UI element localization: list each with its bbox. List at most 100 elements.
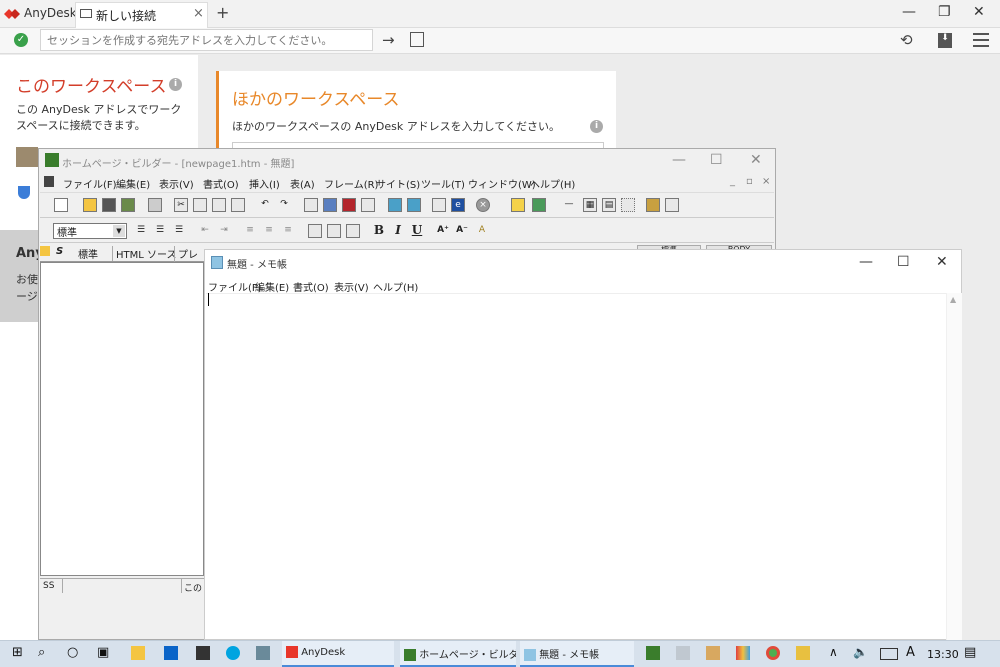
notepad-scrollbar[interactable]: ▲ bbox=[946, 293, 962, 640]
connect-arrow-icon[interactable]: → bbox=[382, 31, 395, 49]
save-icon[interactable] bbox=[102, 198, 116, 212]
new-doc-icon[interactable] bbox=[54, 198, 68, 212]
close-tab-icon[interactable]: × bbox=[193, 6, 204, 21]
store-icon[interactable] bbox=[196, 646, 210, 660]
np-menu-view[interactable]: 表示(V) bbox=[334, 279, 369, 294]
minimize-button[interactable]: — bbox=[902, 4, 916, 20]
insert-table-icon[interactable]: ▦ bbox=[583, 198, 597, 212]
np-menu-edit[interactable]: 編集(E) bbox=[255, 279, 289, 294]
outdent-icon[interactable]: ⇤ bbox=[198, 224, 212, 238]
s-icon[interactable]: S bbox=[56, 246, 63, 257]
maximize-button[interactable]: ❐ bbox=[938, 4, 951, 20]
tab-html-source[interactable]: HTML ソース bbox=[112, 246, 177, 261]
start-windows-icon[interactable]: ⊞ bbox=[12, 645, 23, 660]
clock[interactable]: 13:30 bbox=[927, 648, 959, 661]
network-app-icon[interactable] bbox=[256, 646, 270, 660]
info-icon[interactable]: i bbox=[169, 78, 182, 91]
page-view-icon[interactable] bbox=[304, 198, 318, 212]
hamburger-menu-icon[interactable] bbox=[973, 33, 989, 47]
font-size-down-icon[interactable]: A⁻ bbox=[455, 224, 469, 238]
bullet-list-icon[interactable]: ☰ bbox=[134, 224, 148, 238]
tray-homepage-builder-icon[interactable] bbox=[646, 646, 660, 660]
hb-menu-help[interactable]: ヘルプ(H) bbox=[530, 176, 575, 191]
hb-child-restore[interactable]: ▫ bbox=[746, 176, 753, 187]
hb-maximize-button[interactable]: ☐ bbox=[710, 152, 723, 168]
insert-image-icon[interactable] bbox=[532, 198, 546, 212]
hb-menu-format[interactable]: 書式(O) bbox=[203, 176, 239, 191]
outlook-icon[interactable] bbox=[164, 646, 178, 660]
numbered-list-icon[interactable]: ☰ bbox=[153, 224, 167, 238]
hb-minimize-button[interactable]: — bbox=[672, 152, 686, 168]
copy-icon[interactable] bbox=[193, 198, 207, 212]
hb-menu-insert[interactable]: 挿入(I) bbox=[249, 176, 280, 191]
hb-menu-tools[interactable]: ツール(T) bbox=[421, 176, 465, 191]
hb-editor-area[interactable] bbox=[40, 262, 204, 576]
transfer-icon[interactable] bbox=[407, 198, 421, 212]
np-close-button[interactable]: ✕ bbox=[936, 254, 948, 270]
tray-app-icon[interactable] bbox=[736, 646, 750, 660]
browser-icon[interactable]: e bbox=[451, 198, 465, 212]
notification-icon[interactable]: ▤ bbox=[964, 645, 976, 660]
hb-menu-view[interactable]: 表示(V) bbox=[159, 176, 194, 191]
open-folder-icon[interactable] bbox=[83, 198, 97, 212]
tray-app-icon[interactable] bbox=[796, 646, 810, 660]
paste-icon[interactable] bbox=[212, 198, 226, 212]
np-menu-format[interactable]: 書式(O) bbox=[293, 279, 329, 294]
font-color-icon[interactable]: A bbox=[475, 224, 489, 238]
image-view-icon[interactable] bbox=[323, 198, 337, 212]
volume-icon[interactable]: 🔈 bbox=[853, 645, 868, 659]
np-menu-help[interactable]: ヘルプ(H) bbox=[373, 279, 418, 294]
search-icon[interactable]: ⌕ bbox=[38, 645, 45, 660]
taskbar-app-notepad[interactable]: 無題 - メモ帳 bbox=[520, 641, 634, 667]
chevron-down-icon[interactable]: ▼ bbox=[113, 225, 125, 237]
new-tab-button[interactable]: + bbox=[216, 3, 229, 22]
layout-frame-icon[interactable] bbox=[621, 198, 635, 212]
file-transfer-icon[interactable] bbox=[410, 32, 424, 47]
keyboard-icon[interactable] bbox=[880, 648, 898, 660]
skype-icon[interactable] bbox=[226, 646, 240, 660]
align-center-icon[interactable]: ≡ bbox=[262, 224, 276, 238]
cut-icon[interactable]: ✂ bbox=[174, 198, 188, 212]
hb-child-minimize[interactable]: _ bbox=[730, 176, 735, 187]
scroll-up-icon[interactable]: ▲ bbox=[950, 295, 956, 304]
italic-button[interactable]: I bbox=[391, 224, 405, 238]
np-minimize-button[interactable]: — bbox=[859, 254, 873, 270]
eraser-icon[interactable] bbox=[231, 198, 245, 212]
valign-top-icon[interactable] bbox=[308, 224, 322, 238]
save-all-icon[interactable] bbox=[121, 198, 135, 212]
close-button[interactable]: ✕ bbox=[973, 4, 985, 20]
photo-icon[interactable] bbox=[646, 198, 660, 212]
bold-button[interactable]: B bbox=[372, 224, 386, 238]
hb-menu-site[interactable]: サイト(S) bbox=[376, 176, 420, 191]
hb-close-button[interactable]: ✕ bbox=[750, 152, 762, 168]
taskbar-app-anydesk[interactable]: AnyDesk bbox=[282, 641, 394, 667]
stop-icon[interactable]: × bbox=[476, 198, 490, 212]
ime-indicator[interactable]: A bbox=[906, 645, 915, 660]
align-left-icon[interactable]: ≡ bbox=[243, 224, 257, 238]
edit-pen-icon[interactable] bbox=[511, 198, 525, 212]
valign-middle-icon[interactable] bbox=[327, 224, 341, 238]
tray-overflow-chevron-icon[interactable]: ∧ bbox=[829, 645, 838, 659]
redo-icon[interactable]: ↷ bbox=[277, 198, 291, 212]
np-menu-file[interactable]: ファイル(F) bbox=[208, 279, 262, 294]
address-input[interactable] bbox=[40, 29, 373, 51]
print-icon[interactable] bbox=[148, 198, 162, 212]
script-icon[interactable] bbox=[342, 198, 356, 212]
align-right-icon[interactable]: ≡ bbox=[281, 224, 295, 238]
tray-app-icon[interactable] bbox=[706, 646, 720, 660]
undo-icon[interactable]: ↶ bbox=[258, 198, 272, 212]
frame-view-icon[interactable] bbox=[361, 198, 375, 212]
chrome-icon[interactable] bbox=[766, 646, 780, 660]
np-maximize-button[interactable]: ☐ bbox=[897, 254, 910, 270]
taskbar-app-homepage-builder[interactable]: ホームページ・ビルダー ... bbox=[400, 641, 516, 667]
cortana-icon[interactable]: ○ bbox=[67, 645, 78, 660]
edit-mode-icon[interactable] bbox=[40, 246, 50, 256]
info-icon[interactable]: i bbox=[590, 120, 603, 133]
underline-button[interactable]: U bbox=[410, 224, 424, 238]
hb-menu-frame[interactable]: フレーム(R) bbox=[324, 176, 378, 191]
download-icon[interactable]: ⬇ bbox=[938, 33, 952, 48]
hb-menu-table[interactable]: 表(A) bbox=[290, 176, 315, 191]
horizontal-rule-icon[interactable]: — bbox=[562, 198, 576, 212]
hb-menu-edit[interactable]: 編集(E) bbox=[116, 176, 150, 191]
form-icon[interactable]: ▤ bbox=[602, 198, 616, 212]
